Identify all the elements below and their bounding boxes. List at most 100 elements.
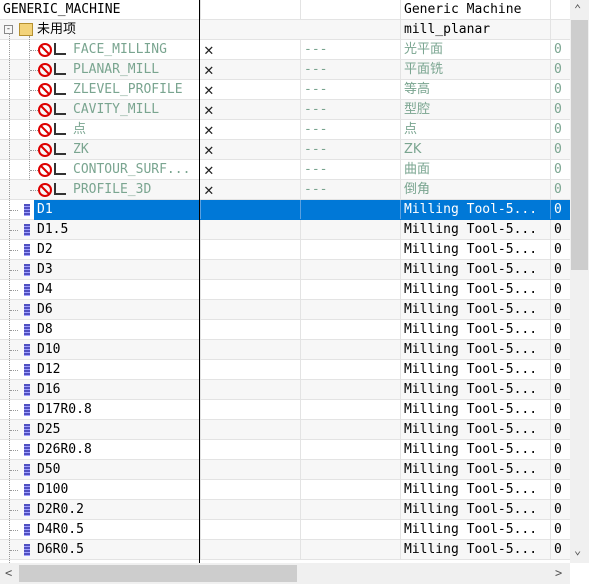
inactive-icon [38,163,52,177]
tool-row[interactable]: D25 Milling Tool-5... 0 [0,420,570,440]
point-icon [54,123,66,135]
operation-row[interactable]: 点 ✕ --- 点 0 [0,120,570,140]
tree-line [30,150,38,151]
tree-line [10,230,18,231]
tree-line [30,190,38,191]
tool-col3 [300,220,400,239]
horizontal-scroll-thumb[interactable] [19,565,297,582]
mill-tool-icon [24,224,30,236]
header-col3[interactable] [300,0,400,19]
header-name[interactable]: GENERIC_MACHINE [0,0,200,19]
tool-row[interactable]: D6 Milling Tool-5... 0 [0,300,570,320]
tool-description: Milling Tool-5... [400,300,550,319]
tool-row[interactable]: D4 Milling Tool-5... 0 [0,280,570,300]
operation-path: --- [300,160,400,179]
tool-count: 0 [550,420,570,439]
tree-line [10,530,18,531]
operation-description: 点 [400,120,550,139]
tool-col3 [300,540,400,559]
tool-name: D6 [37,302,53,317]
x-icon: ✕ [204,40,214,59]
tool-row[interactable]: D2 Milling Tool-5... 0 [0,240,570,260]
tool-col3 [300,260,400,279]
face-milling-icon [54,43,66,55]
tool-name: D25 [37,422,61,437]
scroll-left-icon[interactable]: < [5,566,12,580]
horizontal-scrollbar[interactable]: < > [0,563,570,584]
header-description[interactable]: Generic Machine [400,0,550,19]
tool-row[interactable]: D12 Milling Tool-5... 0 [0,360,570,380]
tool-col3 [300,400,400,419]
profile-3d-icon [54,183,66,195]
scroll-right-icon[interactable]: > [555,566,562,580]
operation-row[interactable]: ZK ✕ --- ZK 0 [0,140,570,160]
operation-name: FACE_MILLING [73,42,167,57]
tool-count: 0 [550,280,570,299]
scroll-down-icon[interactable]: ⌄ [574,543,581,557]
operation-row[interactable]: ZLEVEL_PROFILE ✕ --- 等高 0 [0,80,570,100]
tool-row[interactable]: D1.5 Milling Tool-5... 0 [0,220,570,240]
operation-row[interactable]: FACE_MILLING ✕ --- 光平面 0 [0,40,570,60]
tool-row[interactable]: D3 Milling Tool-5... 0 [0,260,570,280]
operation-row[interactable]: PLANAR_MILL ✕ --- 平面铣 0 [0,60,570,80]
tree-line [10,290,18,291]
tool-count: 0 [550,260,570,279]
inactive-icon [38,123,52,137]
vertical-scrollbar[interactable]: ⌃ ⌄ [570,0,589,563]
x-icon: ✕ [204,160,214,179]
tool-name: D26R0.8 [37,442,92,457]
mill-tool-icon [24,284,30,296]
tool-row[interactable]: D50 Milling Tool-5... 0 [0,460,570,480]
tool-col3 [300,360,400,379]
tool-name: D2 [37,242,53,257]
header-count[interactable] [550,0,570,19]
tool-row[interactable]: D8 Milling Tool-5... 0 [0,320,570,340]
column-divider[interactable] [199,0,200,563]
tool-col2 [200,440,300,459]
x-icon: ✕ [204,80,214,99]
group-row-unused[interactable]: - 未用项 mill_planar [0,20,570,40]
tree-line [10,490,18,491]
tool-row[interactable]: D10 Milling Tool-5... 0 [0,340,570,360]
header-col2[interactable] [200,0,300,19]
tool-col2 [200,220,300,239]
x-icon: ✕ [204,100,214,119]
vertical-scroll-thumb[interactable] [571,20,588,270]
tool-name: D1.5 [37,222,69,237]
tool-count: 0 [550,440,570,459]
tool-name: D4R0.5 [37,522,84,537]
tool-row[interactable]: D17R0.8 Milling Tool-5... 0 [0,400,570,420]
mill-tool-icon [24,444,30,456]
cavity-mill-icon [54,103,66,115]
operation-path: --- [300,180,400,199]
tool-col2 [200,540,300,559]
tree-line [30,130,38,131]
tool-name: D50 [37,462,61,477]
operation-row[interactable]: CAVITY_MILL ✕ --- 型腔 0 [0,100,570,120]
tool-description: Milling Tool-5... [400,260,550,279]
tool-row[interactable]: D6R0.5 Milling Tool-5... 0 [0,540,570,560]
scroll-up-icon[interactable]: ⌃ [574,2,581,16]
tool-row[interactable]: D4R0.5 Milling Tool-5... 0 [0,520,570,540]
tree-line [30,110,38,111]
tree-line [10,470,18,471]
tool-row[interactable]: D26R0.8 Milling Tool-5... 0 [0,440,570,460]
tool-row[interactable]: D1 Milling Tool-5... 0 [0,200,570,220]
tree-line [10,370,18,371]
planar-mill-icon [54,63,66,75]
tree-line [10,250,18,251]
tool-row[interactable]: D16 Milling Tool-5... 0 [0,380,570,400]
tool-row[interactable]: D2R0.2 Milling Tool-5... 0 [0,500,570,520]
operation-row[interactable]: CONTOUR_SURF... ✕ --- 曲面 0 [0,160,570,180]
tool-name: D8 [37,322,53,337]
operation-description: 型腔 [400,100,550,119]
tool-col2 [200,400,300,419]
tool-col2 [200,420,300,439]
tool-col3 [300,480,400,499]
inactive-icon [38,83,52,97]
operation-row[interactable]: PROFILE_3D ✕ --- 倒角 0 [0,180,570,200]
tool-name: D17R0.8 [37,402,92,417]
mill-tool-icon [24,344,30,356]
tool-row[interactable]: D100 Milling Tool-5... 0 [0,480,570,500]
tool-name: D1 [37,202,53,217]
